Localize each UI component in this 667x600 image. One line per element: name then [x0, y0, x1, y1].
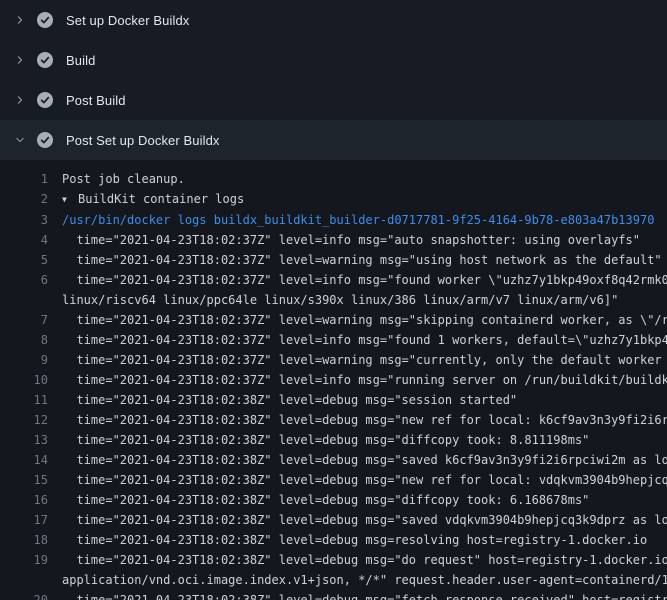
log-text: time="2021-04-23T18:02:38Z" level=debug … — [48, 410, 667, 430]
log-text: time="2021-04-23T18:02:37Z" level=warnin… — [48, 250, 662, 270]
log-text: time="2021-04-23T18:02:38Z" level=debug … — [48, 470, 667, 490]
line-number[interactable]: 3 — [0, 210, 48, 230]
log-group-line: ▼BuildKit container logs — [48, 189, 244, 210]
log-line: application/vnd.oci.image.index.v1+json,… — [0, 570, 667, 590]
log-line: 20 time="2021-04-23T18:02:38Z" level=deb… — [0, 590, 667, 600]
line-number[interactable]: 13 — [0, 430, 48, 450]
log-line: 7 time="2021-04-23T18:02:37Z" level=warn… — [0, 310, 667, 330]
log-line: 1Post job cleanup. — [0, 169, 667, 189]
log-text: time="2021-04-23T18:02:37Z" level=warnin… — [48, 350, 667, 370]
step-label: Post Set up Docker Buildx — [66, 133, 220, 148]
log-line: 12 time="2021-04-23T18:02:38Z" level=deb… — [0, 410, 667, 430]
log-text: time="2021-04-23T18:02:38Z" level=debug … — [48, 510, 667, 530]
log-command-text: /usr/bin/docker logs buildx_buildkit_bui… — [48, 210, 654, 230]
check-circle-icon — [37, 132, 53, 148]
check-circle-icon — [37, 52, 53, 68]
log-text: time="2021-04-23T18:02:38Z" level=debug … — [48, 530, 647, 550]
step-set-up-docker-buildx[interactable]: Set up Docker Buildx — [0, 0, 667, 40]
log-line: 5 time="2021-04-23T18:02:37Z" level=warn… — [0, 250, 667, 270]
log-text: time="2021-04-23T18:02:37Z" level=info m… — [48, 270, 667, 290]
line-number[interactable]: 12 — [0, 410, 48, 430]
line-number — [0, 290, 48, 310]
chevron-right-icon — [12, 52, 28, 68]
log-text: time="2021-04-23T18:02:37Z" level=info m… — [48, 230, 640, 250]
log-line: 6 time="2021-04-23T18:02:37Z" level=info… — [0, 270, 667, 290]
step-label: Build — [66, 53, 95, 68]
log-text: time="2021-04-23T18:02:38Z" level=debug … — [48, 490, 589, 510]
log-text: time="2021-04-23T18:02:37Z" level=info m… — [48, 370, 667, 390]
log-text: linux/riscv64 linux/ppc64le linux/s390x … — [48, 290, 618, 310]
log-line: 4 time="2021-04-23T18:02:37Z" level=info… — [0, 230, 667, 250]
line-number[interactable]: 15 — [0, 470, 48, 490]
line-number[interactable]: 7 — [0, 310, 48, 330]
log-line: 3/usr/bin/docker logs buildx_buildkit_bu… — [0, 210, 667, 230]
line-number[interactable]: 17 — [0, 510, 48, 530]
step-label: Post Build — [66, 93, 126, 108]
group-label[interactable]: BuildKit container logs — [78, 192, 244, 206]
line-number[interactable]: 4 — [0, 230, 48, 250]
log-line: 13 time="2021-04-23T18:02:38Z" level=deb… — [0, 430, 667, 450]
line-number[interactable]: 16 — [0, 490, 48, 510]
step-post-set-up-docker-buildx[interactable]: Post Set up Docker Buildx — [0, 120, 667, 160]
log-text: Post job cleanup. — [48, 169, 185, 189]
line-number[interactable]: 6 — [0, 270, 48, 290]
line-number — [0, 570, 48, 590]
log-text: time="2021-04-23T18:02:38Z" level=debug … — [48, 550, 667, 570]
log-line: 15 time="2021-04-23T18:02:38Z" level=deb… — [0, 470, 667, 490]
log-line: 10 time="2021-04-23T18:02:37Z" level=inf… — [0, 370, 667, 390]
log-line: linux/riscv64 linux/ppc64le linux/s390x … — [0, 290, 667, 310]
line-number[interactable]: 2 — [0, 189, 48, 210]
step-label: Set up Docker Buildx — [66, 13, 189, 28]
step-build[interactable]: Build — [0, 40, 667, 80]
log-text: time="2021-04-23T18:02:38Z" level=debug … — [48, 430, 589, 450]
line-number[interactable]: 1 — [0, 169, 48, 189]
log-lines: 1Post job cleanup.2▼BuildKit container l… — [0, 169, 667, 600]
log-line: 8 time="2021-04-23T18:02:37Z" level=info… — [0, 330, 667, 350]
chevron-down-icon — [12, 132, 28, 148]
log-line: 14 time="2021-04-23T18:02:38Z" level=deb… — [0, 450, 667, 470]
log-text: time="2021-04-23T18:02:38Z" level=debug … — [48, 390, 517, 410]
line-number[interactable]: 5 — [0, 250, 48, 270]
chevron-right-icon — [12, 92, 28, 108]
line-number[interactable]: 8 — [0, 330, 48, 350]
line-number[interactable]: 14 — [0, 450, 48, 470]
check-circle-icon — [37, 92, 53, 108]
line-number[interactable]: 20 — [0, 590, 48, 600]
log-text: time="2021-04-23T18:02:38Z" level=debug … — [48, 450, 667, 470]
line-number[interactable]: 10 — [0, 370, 48, 390]
line-number[interactable]: 18 — [0, 530, 48, 550]
log-text: time="2021-04-23T18:02:37Z" level=warnin… — [48, 310, 667, 330]
log-text: time="2021-04-23T18:02:37Z" level=info m… — [48, 330, 667, 350]
log-line: 19 time="2021-04-23T18:02:38Z" level=deb… — [0, 550, 667, 570]
group-expanded-icon[interactable]: ▼ — [62, 190, 78, 210]
line-number[interactable]: 9 — [0, 350, 48, 370]
log-line: 11 time="2021-04-23T18:02:38Z" level=deb… — [0, 390, 667, 410]
log-line: 9 time="2021-04-23T18:02:37Z" level=warn… — [0, 350, 667, 370]
log-pane: 1Post job cleanup.2▼BuildKit container l… — [0, 160, 667, 600]
chevron-right-icon — [12, 12, 28, 28]
log-line: 2▼BuildKit container logs — [0, 189, 667, 210]
log-text: application/vnd.oci.image.index.v1+json,… — [48, 570, 667, 590]
log-line: 17 time="2021-04-23T18:02:38Z" level=deb… — [0, 510, 667, 530]
step-list: Set up Docker Buildx Build Post Build Post … — [0, 0, 667, 160]
check-circle-icon — [37, 12, 53, 28]
line-number[interactable]: 11 — [0, 390, 48, 410]
step-post-build[interactable]: Post Build — [0, 80, 667, 120]
log-line: 16 time="2021-04-23T18:02:38Z" level=deb… — [0, 490, 667, 510]
log-line: 18 time="2021-04-23T18:02:38Z" level=deb… — [0, 530, 667, 550]
log-text: time="2021-04-23T18:02:38Z" level=debug … — [48, 590, 667, 600]
line-number[interactable]: 19 — [0, 550, 48, 570]
